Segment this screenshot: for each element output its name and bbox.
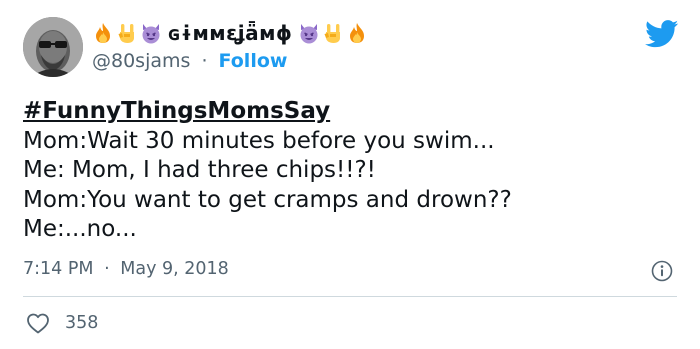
display-name[interactable]: ɢɨммɛʝǟмɸ bbox=[92, 19, 368, 47]
tweet-date: May 9, 2018 bbox=[120, 259, 229, 279]
divider bbox=[23, 296, 677, 297]
info-icon[interactable] bbox=[651, 260, 673, 282]
heart-icon bbox=[27, 313, 49, 334]
tweet-line: Mom:Wait 30 minutes before you swim... bbox=[23, 127, 495, 154]
avatar-image bbox=[23, 17, 83, 77]
tweet-time: 7:14 PM bbox=[23, 259, 94, 279]
display-name-text: ɢɨммɛʝǟмɸ bbox=[168, 21, 293, 45]
tweet-text: #FunnyThingsMomsSay Mom:Wait 30 minutes … bbox=[23, 97, 673, 245]
tweet-line: Mom:You want to get cramps and drown?? bbox=[23, 186, 512, 213]
smiling-devil-emoji-icon bbox=[300, 24, 318, 44]
handle[interactable]: @80sjams bbox=[92, 50, 190, 72]
twitter-bird-icon[interactable] bbox=[645, 20, 679, 48]
follow-button[interactable]: Follow bbox=[219, 50, 288, 72]
separator: · bbox=[201, 50, 208, 72]
smiling-devil-emoji-icon bbox=[142, 24, 160, 44]
like-count: 358 bbox=[65, 313, 99, 333]
fire-emoji-icon bbox=[96, 23, 110, 43]
fire-emoji-icon bbox=[350, 23, 365, 43]
handle-row: @80sjams · Follow bbox=[92, 50, 287, 72]
hashtag-link[interactable]: #FunnyThingsMomsSay bbox=[23, 97, 673, 127]
rock-hand-emoji-icon bbox=[324, 24, 341, 43]
timestamp[interactable]: 7:14 PM · May 9, 2018 bbox=[23, 259, 229, 279]
avatar[interactable] bbox=[23, 17, 83, 77]
separator: · bbox=[104, 259, 110, 279]
rock-hand-emoji-icon bbox=[118, 24, 134, 43]
tweet-line: Me: Mom, I had three chips!!?! bbox=[23, 157, 376, 183]
like-button[interactable]: 358 bbox=[26, 312, 98, 334]
tweet-line: Me:...no... bbox=[23, 216, 137, 242]
